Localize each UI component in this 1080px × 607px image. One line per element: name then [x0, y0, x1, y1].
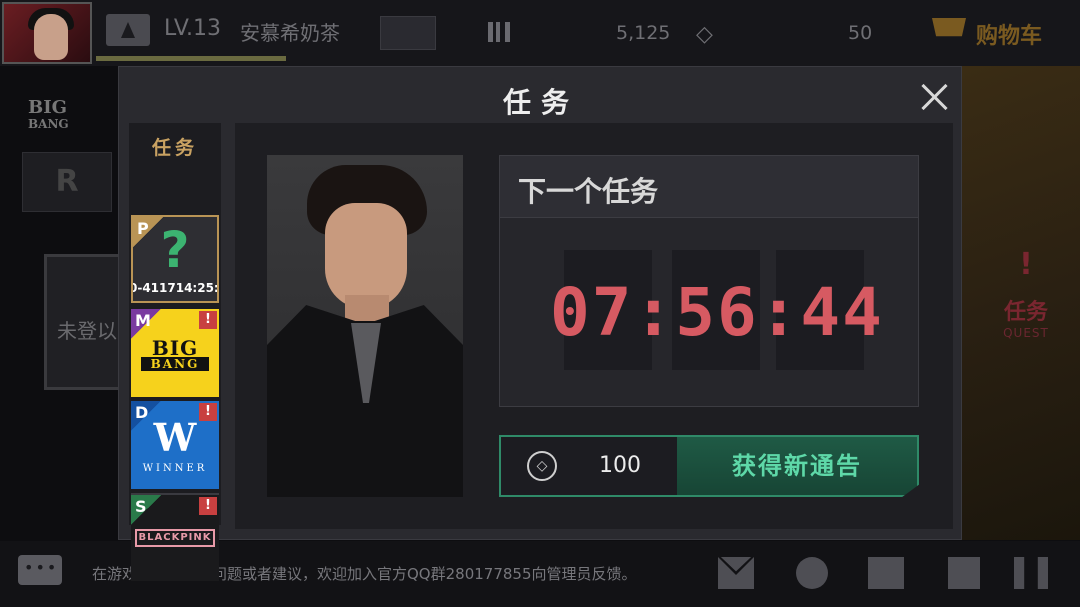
grade-badge: D: [131, 401, 161, 431]
gift-icon[interactable]: [868, 557, 904, 589]
cart-label: 购物车: [976, 24, 1043, 49]
alert-icon: !: [199, 497, 217, 515]
cost-area: ◇ 100: [501, 437, 677, 495]
quest-card-blackpink[interactable]: S ! BLACKPINK: [131, 493, 219, 581]
player-level: LV.13: [164, 16, 222, 41]
login-label: 未登以: [57, 319, 117, 343]
quest-content: 下一个任务 07:56:44 ◇ 100 获得新通告: [235, 123, 953, 529]
cards-icon: [488, 22, 510, 42]
quest-side-sublabel: QUEST: [1003, 326, 1049, 340]
quest-side-button[interactable]: ! 任务 QUEST: [995, 247, 1057, 341]
r-tile[interactable]: R: [22, 152, 112, 212]
player-name: 安慕希奶茶: [240, 21, 340, 45]
diamond-count: 50: [848, 22, 873, 44]
quest-card-p[interactable]: P ? 0-411714:25:12: [131, 215, 219, 303]
player-avatar[interactable]: [2, 2, 92, 64]
blackpink-logo: BLACKPINK: [135, 529, 215, 547]
top-bar: LV.13 安慕希奶茶 5,125 ◇ 50 购物车: [0, 0, 1080, 66]
quest-side-label: 任务: [1003, 300, 1048, 325]
alert-icon: !: [199, 311, 217, 329]
bigbang-logo: BIG BANG: [28, 97, 69, 132]
winner-name: WINNER: [142, 463, 208, 474]
grade-badge: P: [133, 217, 163, 247]
get-new-notice-label: 获得新通告: [677, 437, 917, 495]
quest-modal: 任务 任务 P ? 0-411714:25:12 M ! BIG BANG D …: [118, 66, 962, 581]
quest-alert-icon: !: [1019, 247, 1033, 282]
countdown-timer: 07:56:44: [550, 274, 884, 351]
diamond-icon: ◇: [527, 451, 557, 481]
cart-icon: [932, 18, 966, 37]
modal-title: 任务: [502, 86, 579, 119]
cart-button[interactable]: 购物车: [932, 14, 1072, 52]
grade-badge: M: [131, 309, 161, 339]
idol-portrait: [267, 155, 463, 497]
quest-card-winner[interactable]: D ! W WINNER: [131, 401, 219, 489]
chat-icon[interactable]: [18, 555, 62, 585]
login-panel[interactable]: 未登以: [44, 254, 124, 390]
quest-sidebar: 任务 P ? 0-411714:25:12 M ! BIG BANG D ! W…: [129, 123, 221, 581]
sidebar-title: 任务: [151, 137, 198, 159]
xp-bar: [96, 56, 286, 61]
gear-icon[interactable]: [796, 557, 828, 589]
close-button[interactable]: [919, 81, 951, 113]
cost-value: 100: [599, 453, 641, 478]
alert-icon: !: [199, 403, 217, 421]
grade-badge: S: [131, 495, 161, 525]
event-icon[interactable]: [380, 16, 436, 50]
bigbang-logo: BIG BANG: [131, 338, 219, 371]
level-icon: [106, 14, 150, 46]
get-new-notice-button[interactable]: ◇ 100 获得新通告: [499, 435, 919, 497]
next-quest-panel: 下一个任务 07:56:44: [499, 155, 919, 407]
next-quest-title: 下一个任务: [518, 175, 659, 208]
notes-icon[interactable]: [948, 557, 980, 589]
next-quest-header: 下一个任务: [500, 156, 918, 218]
mail-icon[interactable]: [718, 557, 754, 589]
tools-icon[interactable]: [1014, 557, 1048, 589]
quest-card-bigbang[interactable]: M ! BIG BANG: [131, 309, 219, 397]
quest-timer: 0-411714:25:12: [131, 281, 219, 295]
diamond-icon: ◇: [696, 22, 713, 47]
coin-count: 5,125: [616, 22, 671, 44]
